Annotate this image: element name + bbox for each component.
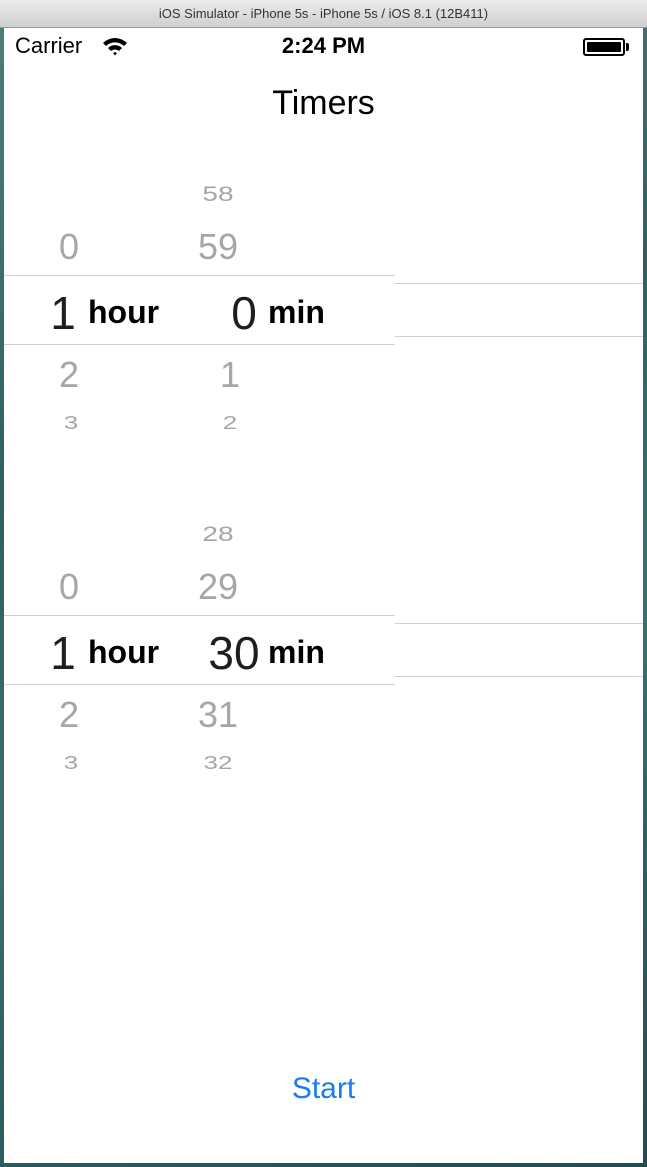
divider-right-bottom [395, 676, 643, 677]
hour-selected[interactable]: 1 [38, 286, 88, 340]
divider-right-bottom [395, 336, 643, 337]
hour-option[interactable]: 0 [44, 566, 94, 608]
start-button[interactable]: Start [4, 1072, 643, 1106]
hour-unit-label: hour [88, 294, 160, 330]
minute-option[interactable]: 2 [200, 412, 260, 434]
status-time: 2:24 PM [281, 33, 366, 58]
timer-picker-2[interactable]: 0 1 hour 2 3 28 29 30 min 31 32 [4, 516, 643, 776]
divider-right-top [395, 623, 643, 624]
hour-option[interactable]: 2 [44, 694, 94, 736]
selection-line-top [4, 275, 395, 276]
hour-option[interactable]: 2 [44, 354, 94, 396]
simulator-title: iOS Simulator - iPhone 5s - iPhone 5s / … [158, 6, 489, 21]
minute-option[interactable]: 1 [200, 354, 260, 396]
minute-option[interactable]: 59 [188, 226, 248, 268]
iphone-screen: Carrier 2:24 PM Timers 0 1 hour 2 3 58 5… [4, 28, 643, 1163]
minute-option[interactable]: 29 [188, 566, 248, 608]
selection-line-top [4, 615, 395, 616]
hour-unit-label: hour [88, 634, 160, 670]
hour-option[interactable]: 0 [44, 226, 94, 268]
minute-unit-label: min [268, 634, 325, 670]
selection-line-bottom [4, 344, 395, 345]
hour-option[interactable]: 3 [46, 752, 96, 774]
minute-option[interactable]: 31 [188, 694, 248, 736]
minute-option[interactable]: 32 [188, 752, 248, 774]
status-bar: Carrier 2:24 PM [4, 28, 643, 68]
minute-unit-label: min [268, 294, 325, 330]
battery-icon [583, 38, 629, 56]
selection-line-bottom [4, 684, 395, 685]
timer-picker-1[interactable]: 0 1 hour 2 3 58 59 0 min 1 2 [4, 176, 643, 436]
page-title: Timers [272, 84, 375, 122]
simulator-title-bar: iOS Simulator - iPhone 5s - iPhone 5s / … [0, 0, 647, 28]
minute-option[interactable]: 58 [188, 182, 248, 206]
minute-option[interactable]: 28 [188, 522, 248, 546]
hour-selected[interactable]: 1 [38, 626, 88, 680]
minute-selected[interactable]: 30 [194, 626, 274, 680]
hour-option[interactable]: 3 [46, 412, 96, 434]
divider-right-top [395, 283, 643, 284]
